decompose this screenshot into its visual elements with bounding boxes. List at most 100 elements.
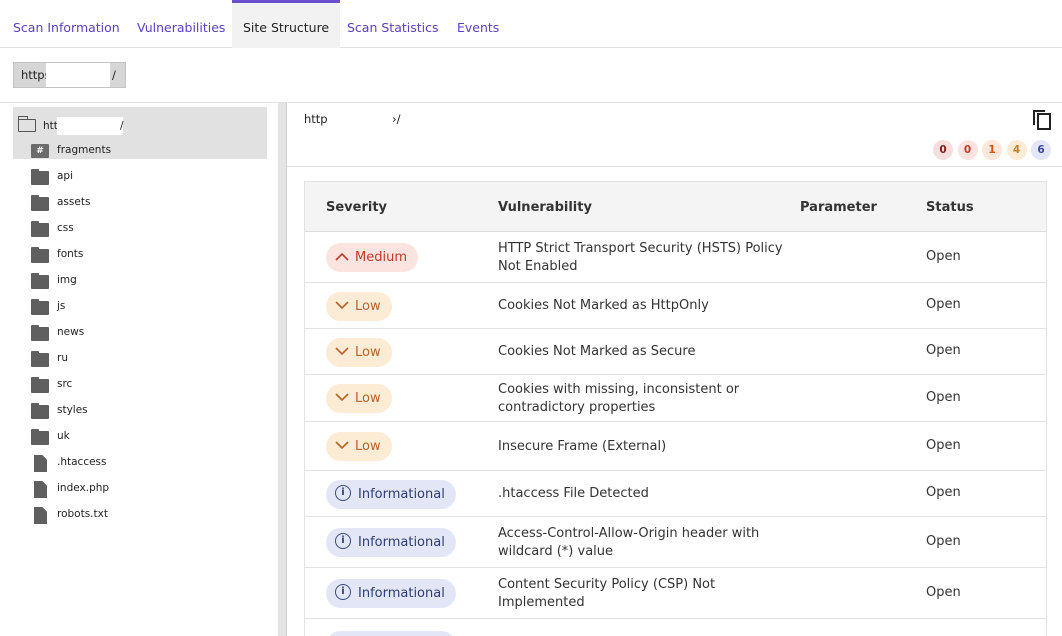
redacted-area [328, 108, 392, 128]
tree-item-label: src [57, 378, 73, 390]
vulnerability-name[interactable]: Cookies Not Marked as Secure [498, 343, 793, 361]
table-row[interactable]: Low Cookies Not Marked as Secure Open [305, 329, 1046, 375]
chevron-down-icon [335, 292, 349, 321]
table-row[interactable]: Low Insecure Frame (External) Open [305, 422, 1046, 471]
status-value: Open [926, 485, 961, 500]
column-vulnerability[interactable]: Vulnerability [498, 200, 592, 215]
folder-icon [31, 325, 49, 341]
tree-item-label: api [57, 170, 74, 182]
tree-item-label: robots.txt [57, 508, 108, 520]
severity-badge: Low [326, 338, 392, 367]
severity-badge: i Informational [326, 480, 456, 509]
tree-item[interactable]: news [0, 320, 277, 346]
vulnerability-name[interactable]: Access-Control-Allow-Origin header with … [498, 525, 793, 561]
chevron-down-icon [335, 384, 349, 413]
vulnerability-name[interactable]: HTTP Strict Transport Security (HSTS) Po… [498, 240, 793, 276]
copy-icon[interactable] [1032, 109, 1052, 131]
tree-item-label: img [57, 274, 77, 286]
table-row[interactable]: iInformational [305, 619, 1046, 636]
severity-label: Medium [355, 250, 407, 265]
vulnerability-name[interactable]: Content Security Policy (CSP) Not Implem… [498, 576, 793, 612]
severity-label: Informational [358, 535, 445, 550]
target-url-tail: / [112, 68, 116, 82]
panel-splitter[interactable] [278, 103, 287, 636]
tree-item[interactable]: uk [0, 424, 277, 450]
info-icon: i [335, 485, 351, 501]
folder-icon [31, 247, 49, 263]
table-header: Severity Vulnerability Parameter Status [305, 182, 1046, 232]
tree-item[interactable]: assets [0, 190, 277, 216]
status-value: Open [926, 249, 961, 264]
tree-item[interactable]: img [0, 268, 277, 294]
tree-item-label: news [57, 326, 85, 338]
severity-badge: i Informational [326, 579, 456, 608]
tree-item[interactable]: css [0, 216, 277, 242]
severity-count-badge[interactable]: 0 [933, 140, 953, 160]
tree-item-label: css [57, 222, 74, 234]
node-detail-panel: https ›/ 00146 Severity Vulnerability Pa… [287, 103, 1062, 636]
tab-scan-statistics[interactable]: Scan Statistics [336, 0, 450, 48]
tab-bar: Scan Information Vulnerabilities Site St… [0, 0, 1062, 48]
tree-item-label: assets [57, 196, 91, 208]
tree-item[interactable]: ru [0, 346, 277, 372]
status-value: Open [926, 297, 961, 312]
tree-item-label: fragments [57, 144, 112, 156]
tree-item[interactable]: styles [0, 398, 277, 424]
tree-item-label: index.php [57, 482, 110, 494]
status-value: Open [926, 438, 961, 453]
vulnerability-table: Severity Vulnerability Parameter Status … [304, 181, 1047, 636]
tree-item[interactable]: fonts [0, 242, 277, 268]
file-icon [31, 507, 49, 524]
folder-icon [31, 403, 49, 419]
node-url-tail: ›/ [392, 112, 401, 126]
severity-badge: i Informational [326, 528, 456, 557]
column-severity[interactable]: Severity [326, 200, 387, 215]
severity-count-badge[interactable]: 1 [982, 140, 1002, 160]
table-row[interactable]: i Informational .htaccess File Detected Ope… [305, 471, 1046, 517]
severity-count-badge[interactable]: 0 [957, 140, 978, 160]
divider [287, 166, 1062, 167]
table-row[interactable]: i Informational Access-Control-Allow-Origi… [305, 517, 1046, 568]
vulnerability-name[interactable]: .htaccess File Detected [498, 485, 793, 503]
severity-label: Low [355, 345, 381, 360]
tab-vulnerabilities[interactable]: Vulnerabilities [126, 0, 236, 48]
tree-item[interactable]: # fragments [0, 138, 277, 164]
table-row[interactable]: Low Cookies Not Marked as HttpOnly Open [305, 283, 1046, 329]
file-icon [31, 455, 49, 472]
column-status[interactable]: Status [926, 200, 974, 215]
redacted-area [46, 63, 110, 87]
severity-count-badge[interactable]: 4 [1006, 140, 1027, 160]
severity-badge: Low [326, 432, 392, 461]
folder-icon [31, 351, 49, 367]
tree-item[interactable]: js [0, 294, 277, 320]
vulnerability-name[interactable]: Cookies with missing, inconsistent or co… [498, 381, 793, 417]
table-row[interactable]: Low Cookies with missing, inconsistent or… [305, 375, 1046, 422]
tree-item-label: ru [57, 352, 68, 364]
tab-scan-information[interactable]: Scan Information [2, 0, 131, 48]
tree-item-label: js [57, 300, 66, 312]
tree-item[interactable]: api [0, 164, 277, 190]
vulnerability-name[interactable]: Insecure Frame (External) [498, 438, 793, 456]
folder-icon [31, 299, 49, 315]
info-icon: i [335, 533, 351, 549]
tab-site-structure[interactable]: Site Structure [232, 0, 341, 48]
vulnerability-name[interactable]: Cookies Not Marked as HttpOnly [498, 297, 793, 315]
tree-root-label: htt [43, 120, 58, 132]
tab-events[interactable]: Events [446, 0, 510, 48]
column-parameter[interactable]: Parameter [800, 200, 877, 215]
tree-item-label: uk [57, 430, 70, 442]
tree-item[interactable]: index.php [0, 476, 277, 502]
tree-item-label: .htaccess [57, 456, 107, 468]
severity-count-badge[interactable]: 6 [1031, 140, 1051, 160]
tree-item[interactable]: src [0, 372, 277, 398]
tree-item-label: styles [57, 404, 88, 416]
hash-icon: # [31, 143, 49, 158]
info-icon: i [335, 584, 351, 600]
tree-item[interactable]: robots.txt [0, 502, 277, 528]
table-row[interactable]: Medium HTTP Strict Transport Security (HS… [305, 232, 1046, 283]
target-url-chip[interactable]: https: / [13, 62, 126, 88]
table-row[interactable]: i Informational Content Security Policy (C… [305, 568, 1046, 619]
tree-item[interactable]: .htaccess [0, 450, 277, 476]
severity-label: Low [355, 299, 381, 314]
severity-badge: Low [326, 384, 392, 413]
